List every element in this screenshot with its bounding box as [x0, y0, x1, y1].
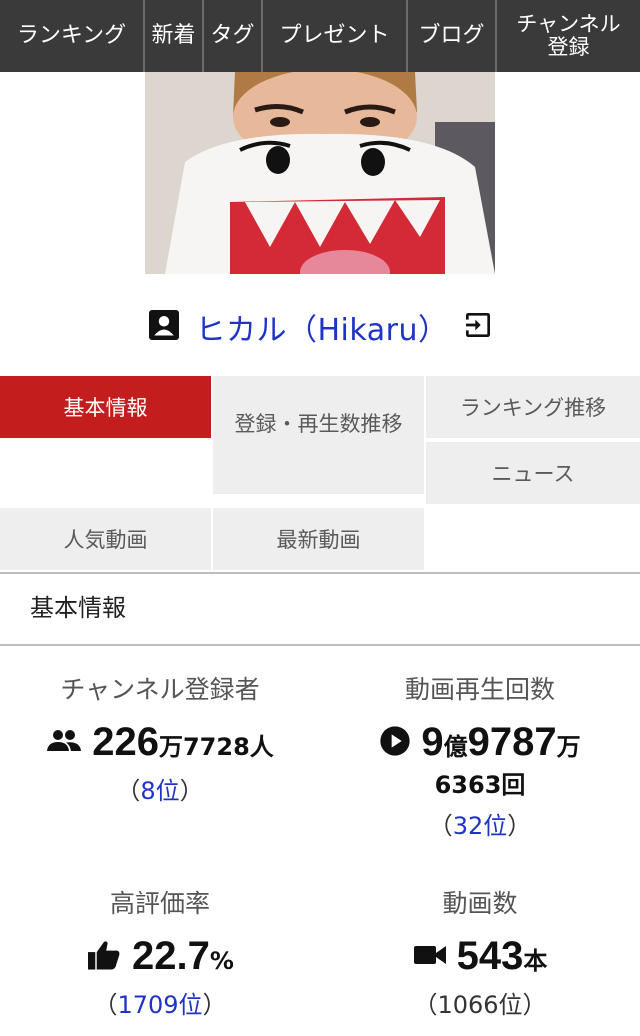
stat-views: 動画再生回数 9 億 9787 万 6363回 （32位）: [320, 670, 640, 841]
play-circle-icon: [379, 725, 411, 761]
paren: （: [93, 991, 118, 1019]
channel-image: [145, 72, 495, 274]
account-box-icon: [146, 307, 182, 347]
views-count-second: 9787: [467, 720, 557, 764]
subscriber-count-rest: 7728: [182, 733, 250, 761]
stat-rank: （1709位）: [0, 985, 320, 1020]
channel-title-row: ヒカル（Hikaru）: [0, 298, 640, 356]
nav-channel-register[interactable]: チャンネル 登録: [497, 0, 640, 72]
views-count-rest: 6363回: [434, 771, 526, 799]
tab-popular-videos[interactable]: 人気動画: [0, 508, 211, 570]
stat-label: チャンネル登録者: [60, 675, 260, 704]
stat-value: 543 本: [320, 934, 640, 979]
section-title: 基本情報: [30, 594, 126, 622]
stat-rank: （1066位）: [413, 991, 547, 1019]
paren: （: [116, 777, 141, 805]
stat-subscribers: チャンネル登録者 226 万 7728 人 （8位）: [0, 670, 320, 806]
stat-rank: （8位）: [0, 771, 320, 806]
people-icon: [46, 729, 82, 757]
unit: 本: [523, 947, 548, 975]
rank-link[interactable]: 32位: [453, 812, 508, 840]
paren: ）: [507, 812, 532, 840]
stat-value: 226 万 7728 人: [0, 720, 320, 765]
external-link-icon[interactable]: [462, 309, 494, 345]
paren: （: [428, 812, 453, 840]
stat-rating: 高評価率 22.7 % （1709位）: [0, 884, 320, 1020]
unit: 万: [158, 733, 183, 761]
video-count: 543: [456, 934, 524, 978]
unit: 人: [249, 733, 274, 761]
tab-subscriber-trend[interactable]: 登録・再生数推移: [213, 376, 424, 494]
unit: 億: [443, 733, 468, 761]
paren: ）: [202, 991, 227, 1019]
stat-value: 22.7 %: [0, 934, 320, 979]
top-nav: ランキング 新着 タグ プレゼント ブログ チャンネル 登録: [0, 0, 640, 72]
rank-link[interactable]: 8位: [140, 777, 179, 805]
rating-value: 22.7: [132, 934, 210, 978]
subscriber-count-main: 226: [92, 720, 159, 764]
tab-latest-videos[interactable]: 最新動画: [213, 508, 424, 570]
unit: 万: [556, 733, 581, 761]
videocam-icon: [413, 943, 447, 971]
stat-label: 高評価率: [109, 889, 210, 918]
rank-link[interactable]: 1709位: [117, 991, 202, 1019]
divider: [0, 572, 640, 574]
nav-tags[interactable]: タグ: [204, 0, 263, 72]
stat-rank: （32位）: [320, 806, 640, 841]
views-count-main: 9: [421, 720, 444, 764]
tab-basic-info[interactable]: 基本情報: [0, 376, 211, 438]
nav-present[interactable]: プレゼント: [263, 0, 408, 72]
tab-ranking-trend[interactable]: ランキング推移: [426, 376, 640, 438]
stat-value: 9 億 9787 万: [320, 720, 640, 765]
stat-label: 動画再生回数: [404, 675, 555, 704]
nav-ranking[interactable]: ランキング: [0, 0, 145, 72]
stat-videos: 動画数 543 本 （1066位）: [320, 884, 640, 1020]
stat-label: 動画数: [442, 889, 518, 918]
nav-new[interactable]: 新着: [145, 0, 204, 72]
thumbs-up-icon: [86, 939, 122, 975]
paren: ）: [179, 777, 204, 805]
nav-blog[interactable]: ブログ: [408, 0, 497, 72]
unit: %: [209, 947, 234, 975]
channel-name-link[interactable]: ヒカル（Hikaru）: [196, 305, 449, 349]
divider: [0, 644, 640, 646]
tab-news[interactable]: ニュース: [426, 442, 640, 504]
